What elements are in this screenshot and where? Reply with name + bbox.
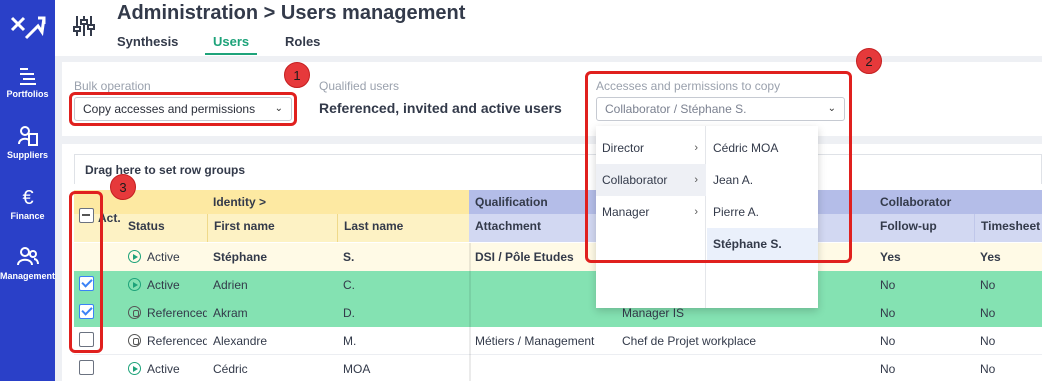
col-follow-up[interactable]: Follow-up: [874, 214, 974, 242]
attachment-cell: Métiers / Management: [475, 334, 595, 348]
referenced-status-icon: [128, 334, 141, 347]
timesheet-cell: No: [980, 362, 996, 376]
nav-item-finance[interactable]: € Finance: [0, 186, 55, 221]
euro-icon: €: [22, 187, 33, 208]
last-name-cell: M.: [343, 334, 357, 348]
last-name-cell: S.: [343, 250, 355, 264]
app-logo-icon[interactable]: [8, 12, 48, 44]
annotation-badge-3: 3: [110, 174, 136, 200]
status-cell: Active: [122, 273, 207, 297]
tab-users[interactable]: Users: [213, 34, 249, 49]
status-text: Referenced: [147, 306, 207, 320]
annotation-box-3: [69, 191, 103, 353]
timesheet-cell: No: [980, 306, 996, 320]
status-cell: Referenced: [122, 329, 207, 353]
annotation-box-2: [585, 71, 852, 263]
tab-synthesis[interactable]: Synthesis: [117, 34, 178, 49]
col-status[interactable]: Status: [122, 214, 207, 242]
last-name-cell: C.: [343, 278, 355, 292]
status-text: Active: [147, 362, 180, 376]
follow-up-cell: No: [880, 362, 896, 376]
status-cell: Active: [122, 245, 207, 269]
first-name-cell: Adrien: [213, 278, 248, 292]
col-first-name[interactable]: First name: [207, 214, 337, 242]
nav-label: Portfolios: [6, 89, 49, 99]
nav-item-management[interactable]: Management: [0, 246, 55, 281]
col-timesheet[interactable]: Timesheet: [974, 214, 1042, 242]
bulk-operation-label: Bulk operation: [74, 79, 151, 93]
annotation-badge-1: 1: [284, 62, 310, 88]
row-checkbox[interactable]: [79, 360, 94, 375]
follow-up-cell: No: [880, 334, 896, 348]
first-name-cell: Alexandre: [213, 334, 268, 348]
nav-label: Finance: [10, 211, 45, 221]
management-icon: [16, 247, 39, 266]
active-status-icon: [128, 250, 141, 263]
last-name-cell: MOA: [343, 362, 371, 376]
active-status-icon: [128, 362, 141, 375]
suppliers-icon: [17, 126, 38, 146]
page-title: Administration > Users management: [117, 2, 466, 24]
timesheet-cell: No: [980, 334, 996, 348]
follow-up-cell: No: [880, 306, 896, 320]
qualified-users-label: Qualified users: [319, 79, 400, 93]
follow-up-cell: Yes: [880, 250, 901, 264]
timesheet-cell: No: [980, 278, 996, 292]
annotation-box-1: [69, 92, 297, 126]
portfolios-icon: [19, 68, 36, 85]
role-cell: Chef de Projet workplace: [622, 334, 757, 348]
first-name-cell: Stéphane: [213, 250, 268, 264]
annotation-badge-2: 2: [856, 48, 882, 74]
tab-roles[interactable]: Roles: [285, 34, 320, 49]
referenced-status-icon: [128, 306, 141, 319]
nav-item-suppliers[interactable]: Suppliers: [0, 125, 55, 160]
status-cell: Referenced: [122, 301, 207, 325]
users-grid: Drag here to set row groups Identity > Q…: [62, 144, 1042, 381]
group-header-identity[interactable]: Identity >: [207, 190, 469, 214]
pinned-column-divider: [469, 243, 471, 381]
active-tab-indicator: [205, 53, 257, 55]
active-status-icon: [128, 278, 141, 291]
svg-text:€: €: [22, 187, 33, 208]
status-cell: Active: [122, 357, 207, 381]
follow-up-cell: No: [880, 278, 896, 292]
qualified-users-value: Referenced, invited and active users: [319, 100, 562, 116]
settings-sliders-icon: [73, 16, 95, 36]
first-name-cell: Cédric: [213, 362, 248, 376]
row-group-drop-zone[interactable]: Drag here to set row groups: [74, 154, 1042, 184]
status-text: Referenced: [147, 334, 207, 348]
group-header-collaborator[interactable]: Collaborator: [874, 190, 1042, 214]
nav-label: Suppliers: [6, 150, 48, 160]
left-nav: Portfolios Suppliers € Finance Managemen…: [0, 0, 55, 381]
col-last-name[interactable]: Last name: [337, 214, 469, 242]
timesheet-cell: Yes: [980, 250, 1001, 264]
status-text: Active: [147, 278, 180, 292]
nav-label: Management: [0, 271, 56, 281]
first-name-cell: Akram: [213, 306, 248, 320]
status-text: Active: [147, 250, 180, 264]
last-name-cell: D.: [343, 306, 355, 320]
nav-item-portfolios[interactable]: Portfolios: [0, 66, 55, 99]
page-header: Administration > Users management Synthe…: [55, 0, 1042, 56]
